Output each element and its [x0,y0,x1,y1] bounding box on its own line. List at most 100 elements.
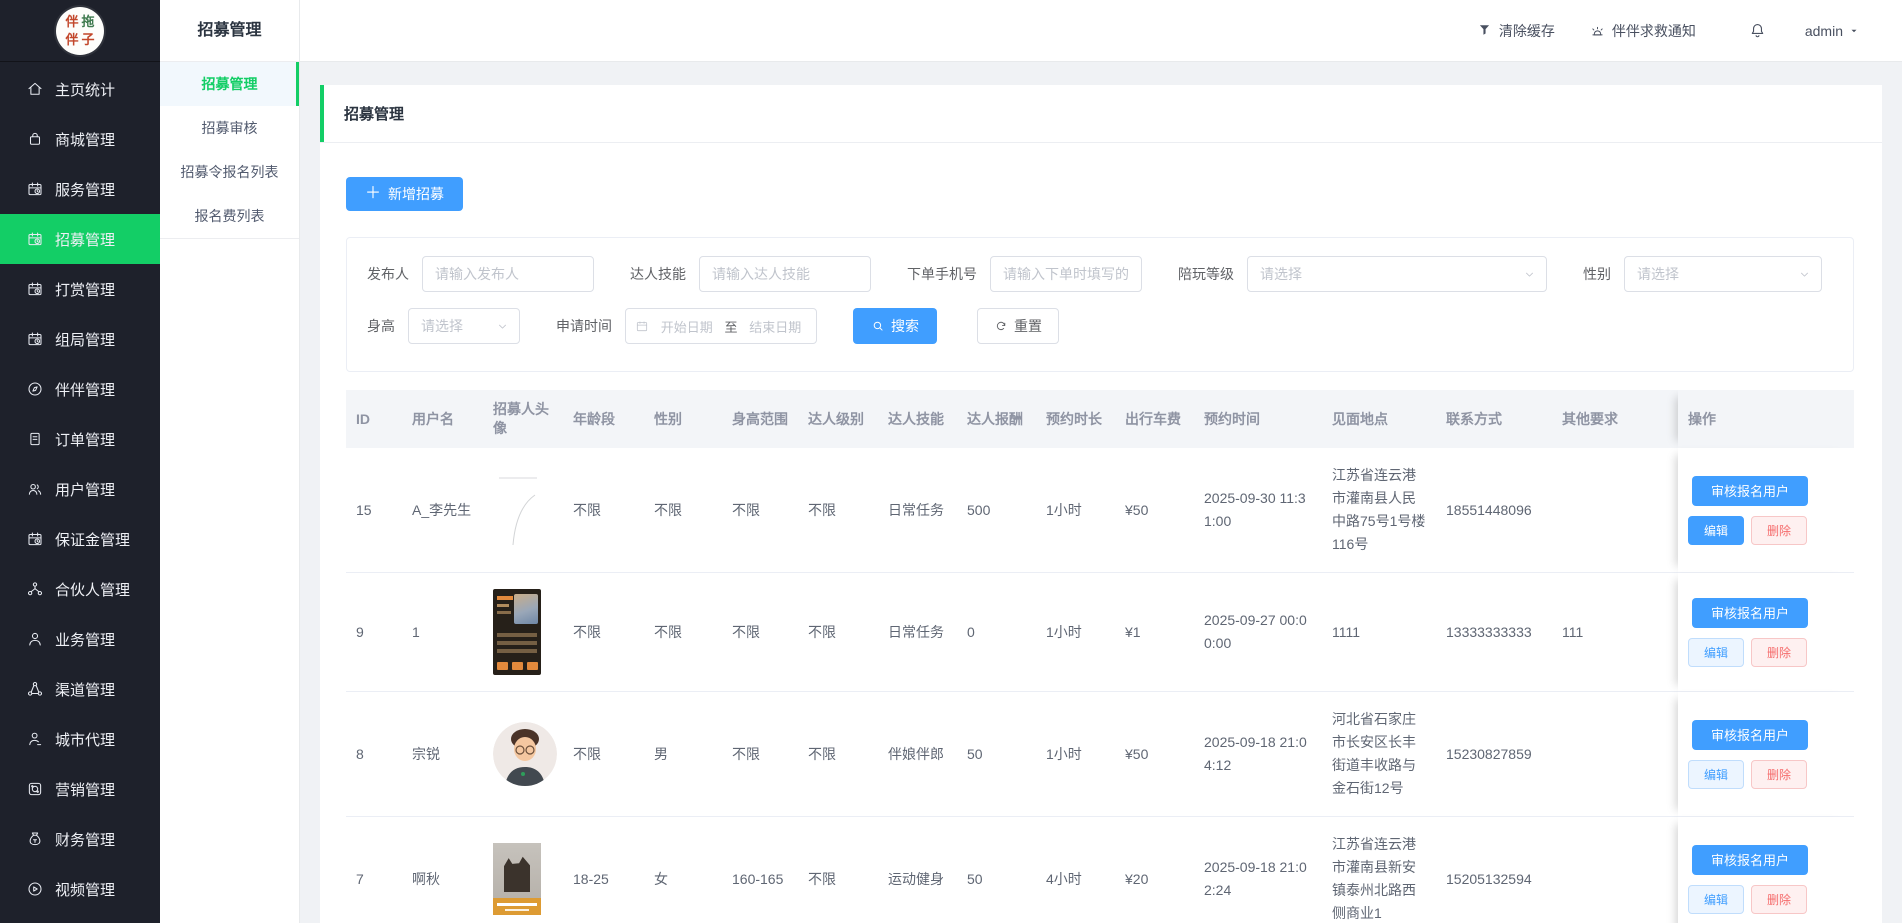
page-title: 招募管理 [344,103,404,124]
level-label: 陪玩等级 [1178,264,1234,284]
delete-button[interactable]: 删除 [1751,760,1807,789]
sidebar-item-合伙人管理[interactable]: 合伙人管理 [0,564,160,614]
cell-skill: 日常任务 [878,448,957,573]
height-select[interactable]: 请选择 [408,308,520,344]
notification-bell-icon[interactable] [1748,21,1767,40]
delete-button[interactable]: 删除 [1751,638,1807,667]
submenu-item-招募令报名列表[interactable]: 招募令报名列表 [160,150,299,194]
sidebar-item-用户管理[interactable]: 用户管理 [0,464,160,514]
reset-button[interactable]: 重置 [977,308,1059,344]
sidebar-item-伴伴管理[interactable]: 伴伴管理 [0,364,160,414]
cell-time: 2025-09-30 11:31:00 [1194,448,1322,573]
sidebar-item-label: 组局管理 [55,329,115,350]
edit-button[interactable]: 编辑 [1688,885,1744,914]
table-row: 91不限不限不限不限日常任务01小时¥12025-09-27 00:00:001… [346,573,1854,692]
user-menu[interactable]: admin [1805,23,1860,39]
column-header: 达人技能 [878,390,957,448]
cell-actions: 审核报名用户编辑删除 [1678,817,1854,923]
sidebar-item-视频管理[interactable]: 视频管理 [0,864,160,914]
topbar-actions: 清除缓存 伴伴求救通知 [1442,21,1696,41]
card-title-row: 招募管理 [320,85,1882,143]
cell-level: 不限 [798,692,878,817]
cell-contact: 15205132594 [1436,817,1552,923]
user-name: admin [1805,23,1843,39]
logo-char: 拖 [81,15,94,28]
review-applicants-button[interactable]: 审核报名用户 [1692,845,1808,875]
submenu-list: 招募管理招募审核招募令报名列表报名费列表 [160,62,299,239]
header-action-伴伴求救通知[interactable]: 伴伴求救通知 [1589,21,1696,41]
skill-input[interactable] [699,256,871,292]
review-applicants-button[interactable]: 审核报名用户 [1692,720,1808,750]
sidebar-item-label: 订单管理 [55,429,115,450]
cell-avatar [483,817,563,923]
cell-other [1552,448,1696,573]
plus-icon: ＋ [365,186,381,202]
table-row: 15A_李先生不限不限不限不限日常任务5001小时¥502025-09-30 1… [346,448,1854,573]
gender-select[interactable]: 请选择 [1624,256,1822,292]
sidebar-item-打赏管理[interactable]: 打赏管理 [0,264,160,314]
cell-reward: 50 [957,692,1036,817]
sidebar-item-渠道管理[interactable]: 渠道管理 [0,664,160,714]
delete-button[interactable]: 删除 [1751,516,1807,545]
sidebar-item-城市代理[interactable]: 城市代理 [0,714,160,764]
sidebar-item-招募管理[interactable]: 招募管理 [0,214,160,264]
gender-label: 性别 [1583,264,1611,284]
edit-button[interactable]: 编辑 [1688,516,1744,545]
cell-contact: 18551448096 [1436,448,1552,573]
column-header: 出行车费 [1115,390,1194,448]
sidebar-item-订单管理[interactable]: 订单管理 [0,414,160,464]
cell-fare: ¥20 [1115,817,1194,923]
column-header: 操作 [1678,390,1854,448]
sidebar-item-商城管理[interactable]: 商城管理 [0,114,160,164]
recruit-table: ID用户名招募人头像年龄段性别身高范围达人级别达人技能达人报酬预约时长出行车费预… [346,390,1854,923]
chevron-down-icon [1848,25,1860,37]
submenu-item-招募管理[interactable]: 招募管理 [160,62,299,106]
skill-label: 达人技能 [630,264,686,284]
marketing-icon [26,780,44,798]
sidebar-item-组局管理[interactable]: 组局管理 [0,314,160,364]
sidebar-item-label: 渠道管理 [55,679,115,700]
cell-height-range: 不限 [722,692,798,817]
sidebar-item-label: 合伙人管理 [55,579,130,600]
sidebar-item-label: 伴伴管理 [55,379,115,400]
apply-time-daterange[interactable]: 开始日期 至 结束日期 [625,308,817,344]
column-header: 联系方式 [1436,390,1552,448]
sidebar-item-财务管理[interactable]: 财务管理 [0,814,160,864]
sidebar-item-label: 招募管理 [55,229,115,250]
sidebar-item-营销管理[interactable]: 营销管理 [0,764,160,814]
submenu-item-招募审核[interactable]: 招募审核 [160,106,299,150]
phone-input[interactable] [990,256,1142,292]
edit-button[interactable]: 编辑 [1688,638,1744,667]
level-select[interactable]: 请选择 [1247,256,1547,292]
sidebar-item-label: 保证金管理 [55,529,130,550]
search-button[interactable]: 搜索 [853,308,937,344]
app-logo: 伴拖伴子 [0,0,160,62]
share-icon [26,680,44,698]
header-action-清除缓存[interactable]: 清除缓存 [1476,21,1555,41]
sidebar-item-业务管理[interactable]: 业务管理 [0,614,160,664]
review-applicants-button[interactable]: 审核报名用户 [1692,598,1808,628]
cell-id: 8 [346,692,402,817]
sidebar-item-服务管理[interactable]: 服务管理 [0,164,160,214]
publisher-input[interactable] [422,256,594,292]
add-recruit-button[interactable]: ＋ 新增招募 [346,177,463,211]
cell-fare: ¥1 [1115,573,1194,692]
sidebar-item-label: 财务管理 [55,829,115,850]
cell-time: 2025-09-18 21:02:24 [1194,817,1322,923]
edit-button[interactable]: 编辑 [1688,760,1744,789]
recruiter-avatar [493,589,541,675]
submenu-item-报名费列表[interactable]: 报名费列表 [160,194,299,238]
calendar-icon [26,280,44,298]
cell-level: 不限 [798,448,878,573]
sidebar-item-主页统计[interactable]: 主页统计 [0,64,160,114]
column-header: 其他要求 [1552,390,1696,448]
end-date-placeholder: 结束日期 [744,317,808,336]
chevron-down-icon [1798,268,1811,281]
cell-skill: 伴娘伴郎 [878,692,957,817]
sidebar-item-保证金管理[interactable]: 保证金管理 [0,514,160,564]
cell-contact: 13333333333 [1436,573,1552,692]
delete-button[interactable]: 删除 [1751,885,1807,914]
column-header: 预约时长 [1036,390,1115,448]
recruiter-avatar [493,471,553,549]
review-applicants-button[interactable]: 审核报名用户 [1692,476,1808,506]
